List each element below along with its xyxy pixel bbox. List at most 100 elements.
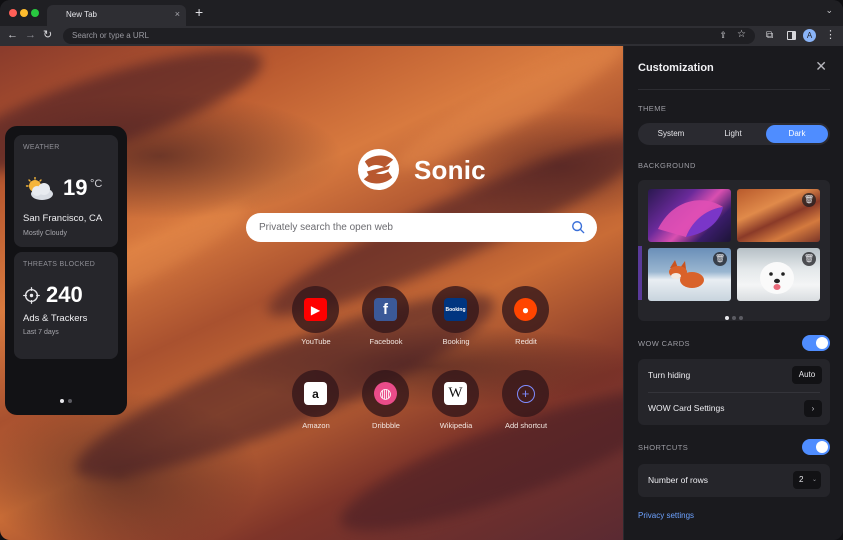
forward-arrow-icon[interactable]: →	[25, 28, 36, 42]
search-box[interactable]	[246, 213, 597, 242]
threats-card[interactable]: THREATS BLOCKED 240 Ads & Trackers Last …	[14, 252, 118, 359]
close-window-button[interactable]	[9, 9, 17, 17]
privacy-settings-link[interactable]: Privacy settings	[638, 511, 694, 520]
wow-card-settings-label: WOW Card Settings	[648, 403, 725, 413]
pagination-dot[interactable]	[68, 399, 72, 403]
minimize-window-button[interactable]	[20, 9, 28, 17]
partly-cloudy-icon	[25, 177, 53, 200]
new-tab-button[interactable]: +	[195, 5, 203, 19]
close-icon[interactable]: ✕	[815, 59, 827, 73]
background-thumbnail-fox[interactable]: 🗑	[648, 248, 731, 301]
search-icon[interactable]	[571, 220, 585, 234]
tab-close-icon[interactable]: ×	[175, 9, 180, 19]
profile-avatar[interactable]: A	[803, 29, 816, 42]
weather-unit: °C	[90, 178, 103, 190]
theme-option-light[interactable]: Light	[702, 125, 764, 143]
background-heading: BACKGROUND	[638, 161, 696, 170]
weather-condition: Mostly Cloudy	[23, 230, 67, 237]
shortcut-circle[interactable]: f	[362, 286, 409, 333]
youtube-icon: ▶	[304, 298, 327, 321]
shortcut-circle[interactable]: ◍	[362, 370, 409, 417]
number-of-rows-label: Number of rows	[648, 475, 708, 485]
wow-card-settings-row[interactable]: WOW Card Settings ›	[638, 392, 830, 425]
share-icon[interactable]: ⇪	[719, 30, 727, 41]
wow-cards-header: WOW CARDS	[638, 335, 830, 351]
turn-hiding-row: Turn hiding Auto	[638, 359, 830, 392]
pagination-dot-active[interactable]	[725, 316, 729, 320]
threats-period: Last 7 days	[23, 329, 59, 336]
shortcut-label[interactable]: Reddit	[481, 337, 571, 346]
turn-hiding-label: Turn hiding	[648, 370, 691, 380]
widgets-panel: WEATHER 19 °C San Francisco, CA Mostly C…	[5, 126, 127, 415]
chevron-down-icon: ⌄	[811, 477, 817, 483]
shortcut-circle[interactable]: ▶	[292, 286, 339, 333]
shortcuts-heading: SHORTCUTS	[638, 443, 689, 452]
shortcut-label[interactable]: Add shortcut	[481, 421, 571, 430]
address-bar-placeholder[interactable]: Search or type a URL	[72, 31, 149, 40]
background-scroll-indicator	[638, 246, 642, 300]
bookmark-star-icon[interactable]: ☆	[737, 29, 746, 40]
booking-icon: Booking	[444, 298, 467, 321]
crosshair-icon	[23, 287, 40, 304]
shortcut-circle[interactable]: +	[502, 370, 549, 417]
number-of-rows-row: Number of rows 2 ⌄	[638, 464, 830, 497]
threats-heading: THREATS BLOCKED	[23, 261, 96, 268]
background-picker: 🗑 🗑 🗑	[638, 180, 830, 321]
theme-heading: THEME	[638, 104, 667, 113]
dribbble-icon: ◍	[374, 382, 397, 405]
browser-window: New Tab × + ⌄ ← → ↻ Search or type a URL…	[0, 0, 843, 540]
background-pagination	[638, 307, 830, 321]
add-shortcut-icon: +	[516, 384, 535, 403]
theme-option-dark[interactable]: Dark	[766, 125, 828, 143]
logo-text: Sonic	[414, 155, 486, 185]
address-bar[interactable]: Search or type a URL ⇪ ☆	[63, 28, 755, 44]
dog-icon	[760, 262, 794, 294]
shortcut-circle[interactable]: W	[432, 370, 479, 417]
shortcut-add-shortcut[interactable]: + Add shortcut	[491, 370, 561, 436]
browser-toolbar: ← → ↻ Search or type a URL ⇪ ☆ ⧉ A ⋮	[0, 26, 843, 46]
tab-title: New Tab	[66, 10, 97, 19]
background-thumbnail-dog[interactable]: 🗑	[737, 248, 820, 301]
chevron-right-icon[interactable]: ›	[804, 400, 822, 417]
shortcuts-group: Number of rows 2 ⌄	[638, 464, 830, 497]
shortcuts-header: SHORTCUTS	[638, 439, 830, 455]
search-input[interactable]	[259, 213, 559, 242]
turn-hiding-select[interactable]: Auto	[792, 366, 822, 384]
zoom-window-button[interactable]	[31, 9, 39, 17]
abstract-shape-icon	[658, 200, 723, 237]
weather-card[interactable]: WEATHER 19 °C San Francisco, CA Mostly C…	[14, 135, 118, 247]
sonic-logo: Sonic	[357, 148, 487, 192]
facebook-icon: f	[374, 298, 397, 321]
kebab-menu-icon[interactable]: ⋮	[825, 28, 836, 42]
tab-search-chevron-icon[interactable]: ⌄	[825, 5, 833, 16]
theme-segmented-control: System Light Dark	[638, 123, 830, 145]
reload-icon[interactable]: ↻	[43, 28, 52, 42]
delete-background-icon[interactable]: 🗑	[802, 252, 816, 266]
delete-background-icon[interactable]: 🗑	[802, 193, 816, 207]
number-of-rows-value: 2	[799, 475, 804, 484]
wow-cards-toggle[interactable]	[802, 335, 830, 351]
shortcut-reddit[interactable]: ● Reddit	[491, 286, 561, 352]
shortcut-circle[interactable]: ●	[502, 286, 549, 333]
back-arrow-icon[interactable]: ←	[7, 28, 18, 42]
pagination-dot-active[interactable]	[60, 399, 64, 403]
weather-city: San Francisco, CA	[23, 213, 103, 224]
shortcut-circle[interactable]: Booking	[432, 286, 479, 333]
background-thumbnail-abstract[interactable]	[648, 189, 731, 242]
extensions-puzzle-icon[interactable]: ⧉	[766, 30, 773, 42]
delete-background-icon[interactable]: 🗑	[713, 252, 727, 266]
title-bar: New Tab × + ⌄	[0, 0, 843, 26]
panel-title: Customization	[638, 62, 714, 74]
tab-new-tab[interactable]: New Tab ×	[47, 5, 186, 26]
pagination-dot[interactable]	[732, 316, 736, 320]
shortcuts-toggle[interactable]	[802, 439, 830, 455]
panel-divider	[638, 89, 830, 90]
reddit-icon: ●	[514, 298, 537, 321]
theme-option-system[interactable]: System	[640, 125, 702, 143]
shortcut-circle[interactable]: a	[292, 370, 339, 417]
threats-count: 240	[46, 282, 83, 307]
background-thumbnail-desert[interactable]: 🗑	[737, 189, 820, 242]
side-panel-icon[interactable]	[787, 31, 796, 40]
pagination-dot[interactable]	[739, 316, 743, 320]
number-of-rows-select[interactable]: 2 ⌄	[793, 471, 821, 489]
